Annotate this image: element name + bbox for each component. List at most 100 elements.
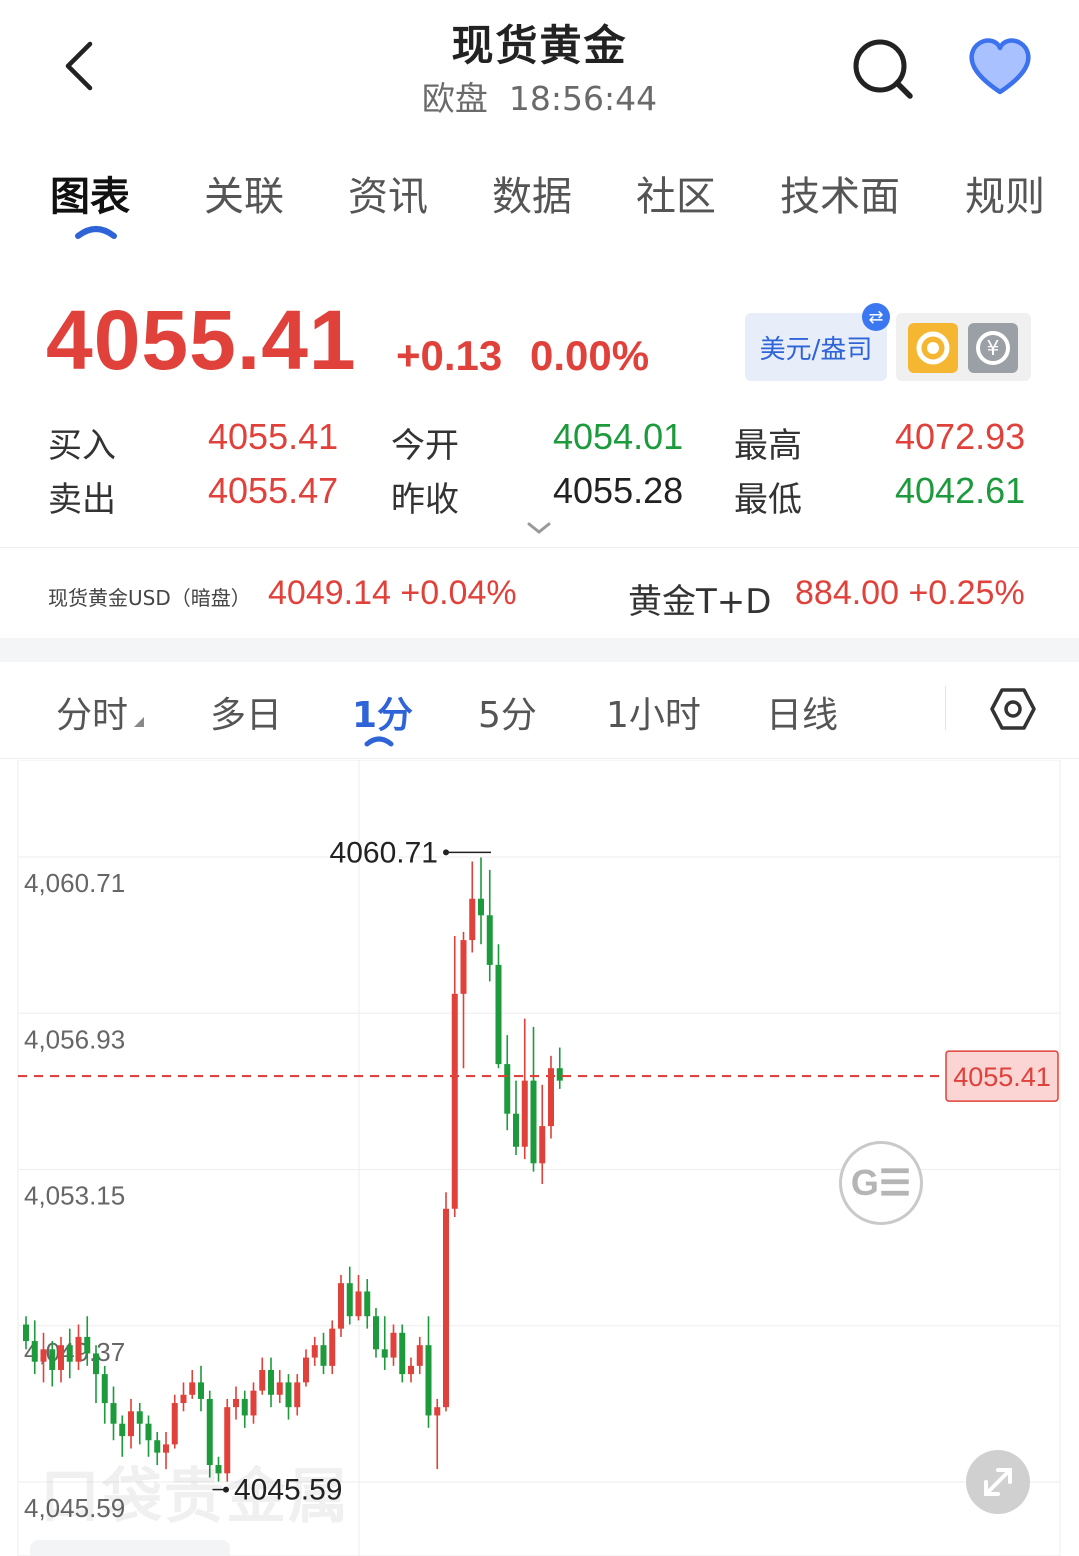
candle-body — [434, 1407, 441, 1416]
currency-convert-icon[interactable]: ¥ — [968, 323, 1018, 373]
candle-body — [329, 1328, 336, 1366]
y-tick-label: 4,053.15 — [24, 1181, 125, 1211]
period-tab-5min[interactable]: 5分 — [478, 686, 537, 738]
candle-body — [145, 1423, 152, 1441]
candle-body — [320, 1345, 327, 1366]
currency-unit-label: 美元/盎司 — [759, 334, 873, 365]
search-icon[interactable] — [850, 36, 916, 102]
ge-logo-icon[interactable]: G☰ — [839, 1141, 923, 1225]
tab-community[interactable]: 社区 — [636, 164, 716, 222]
candle-body — [294, 1382, 301, 1408]
candle-body — [119, 1423, 126, 1437]
candle-body — [486, 915, 493, 965]
clock-time: 18:56:44 — [508, 79, 658, 118]
candle-body — [416, 1345, 423, 1366]
divider — [0, 758, 1079, 759]
candle-body — [311, 1345, 318, 1358]
candle-body — [285, 1382, 292, 1408]
candle-body — [504, 1064, 511, 1114]
related-quote-value-2[interactable]: 884.00 +0.25% — [795, 574, 1025, 613]
candle-body — [355, 1291, 362, 1317]
swap-icon[interactable]: ⇄ — [862, 303, 890, 331]
candle-body — [364, 1291, 371, 1317]
candle-body — [276, 1382, 283, 1395]
tab-news[interactable]: 资讯 — [348, 164, 428, 222]
candle-body — [469, 898, 476, 941]
candle-body — [31, 1341, 38, 1362]
candle-body — [381, 1349, 388, 1358]
tab-related[interactable]: 关联 — [204, 164, 284, 222]
related-quote-label-1[interactable]: 现货黄金USD（暗盘） — [48, 582, 251, 611]
y-tick-label: 4,049.37 — [24, 1337, 125, 1367]
candle-body — [49, 1349, 56, 1370]
period-tab-1min[interactable]: 1分 — [352, 686, 413, 738]
candle-body — [303, 1357, 309, 1383]
candle-body — [101, 1374, 108, 1404]
candle-body — [408, 1365, 414, 1375]
y-tick-label: 4,056.93 — [24, 1024, 125, 1054]
candle-body — [259, 1369, 266, 1391]
low-label: 最低 — [734, 480, 802, 520]
dropdown-caret-icon — [132, 712, 144, 727]
candle-body — [495, 964, 502, 1065]
candle-body — [390, 1332, 397, 1358]
candle-body — [241, 1398, 248, 1416]
candle-body — [425, 1345, 432, 1416]
buy-label: 买入 — [48, 426, 116, 466]
svg-text:¥: ¥ — [987, 336, 1000, 360]
refresh-coin-icon[interactable] — [908, 323, 958, 373]
open-value: 4054.01 — [553, 416, 684, 457]
max-marker-dot — [443, 849, 449, 856]
divider — [0, 547, 1079, 548]
price-change: +0.13 — [396, 332, 503, 379]
last-price-label: 4055.41 — [953, 1062, 1051, 1092]
candle-body — [75, 1336, 82, 1362]
candle-body — [268, 1369, 274, 1395]
candle-body — [84, 1336, 91, 1354]
candle-body — [521, 1080, 528, 1147]
favorite-heart-icon[interactable] — [966, 36, 1034, 98]
candle-body — [513, 1113, 519, 1147]
period-tab-multi-day[interactable]: 多日 — [210, 686, 282, 738]
candlestick-chart[interactable]: 4,060.714,056.934,053.154,049.374,045.59… — [0, 760, 1079, 1556]
low-value: 4042.61 — [895, 470, 1026, 511]
y-tick-label: 4,060.71 — [24, 868, 125, 898]
max-price-label: 4060.71 — [330, 836, 438, 869]
period-tab-daily[interactable]: 日线 — [766, 686, 838, 738]
active-tab-indicator — [74, 224, 118, 240]
buy-value: 4055.41 — [208, 416, 339, 457]
indicator-chip[interactable] — [30, 1540, 230, 1556]
candle-body — [180, 1394, 187, 1404]
candle-body — [198, 1382, 204, 1399]
candle-body — [373, 1316, 379, 1350]
last-price: 4055.41 — [46, 293, 357, 387]
period-tab-intraday[interactable]: 分时 — [56, 686, 128, 738]
settings-hexagon-icon[interactable] — [988, 684, 1038, 734]
expand-chevron-icon[interactable] — [526, 520, 552, 536]
candle-body — [338, 1283, 344, 1329]
price-change-percent: 0.00% — [530, 332, 650, 379]
candle-body — [399, 1332, 406, 1375]
related-quote-value-1[interactable]: 4049.14 +0.04% — [268, 574, 517, 613]
brand-watermark: 口袋贵金属 — [40, 1462, 350, 1532]
fullscreen-icon[interactable] — [966, 1450, 1030, 1514]
candle-body — [171, 1403, 178, 1445]
tab-data[interactable]: 数据 — [492, 164, 572, 222]
candle-body — [40, 1349, 47, 1362]
candle-body — [93, 1353, 99, 1375]
candle-body — [478, 898, 484, 916]
tab-chart[interactable]: 图表 — [50, 164, 130, 222]
related-quote-label-2[interactable]: 黄金T+D — [628, 574, 771, 623]
period-tab-1hour[interactable]: 1小时 — [606, 686, 701, 738]
tab-technical[interactable]: 技术面 — [780, 164, 900, 222]
candle-body — [250, 1390, 257, 1416]
prev-close-value: 4055.28 — [553, 470, 684, 511]
candle-body — [110, 1403, 117, 1424]
candle-body — [136, 1411, 143, 1424]
candle-body — [23, 1324, 29, 1342]
candle-body — [66, 1345, 73, 1362]
session-time: 欧盘 18:56:44 — [0, 72, 1079, 120]
candle-body — [58, 1345, 64, 1370]
tab-rules[interactable]: 规则 — [965, 164, 1045, 222]
page-title: 现货黄金 — [451, 21, 628, 70]
